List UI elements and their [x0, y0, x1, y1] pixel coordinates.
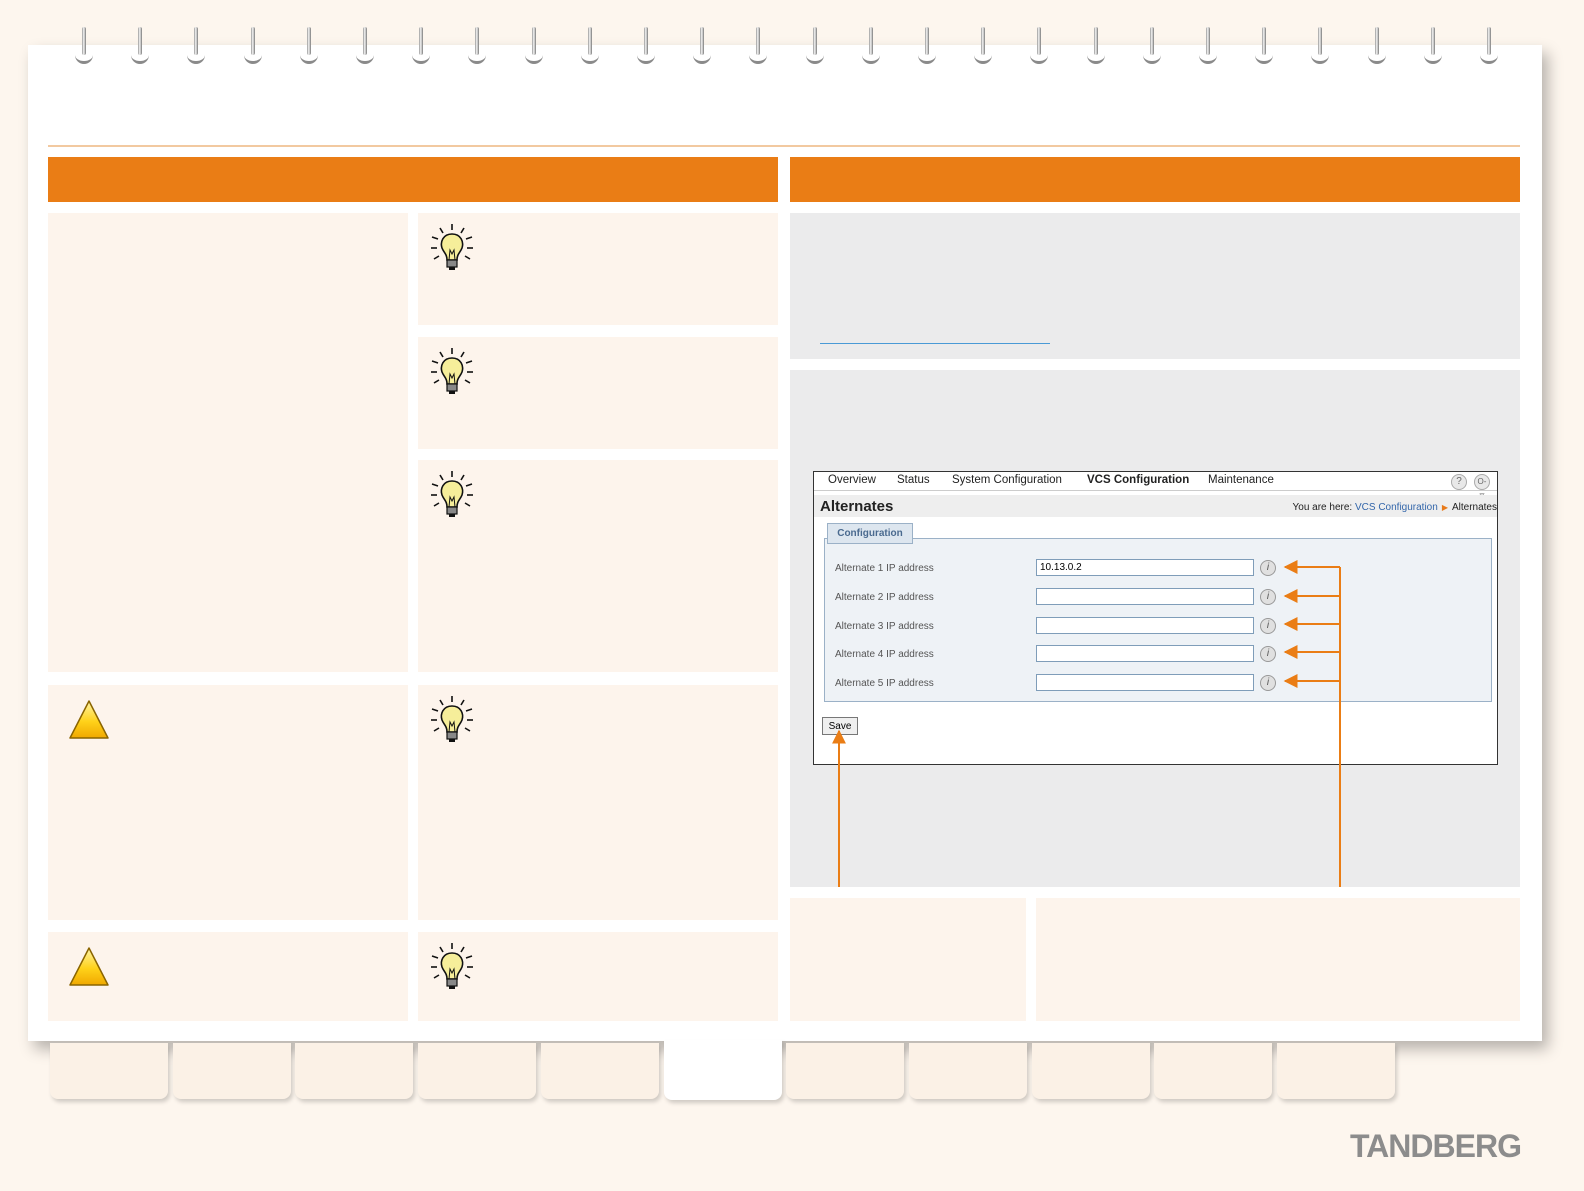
save-button[interactable]: Save	[822, 717, 858, 735]
binding-ring	[243, 27, 262, 64]
alternate-row-4: Alternate 4 IP address i	[825, 645, 1491, 665]
binding-ring	[524, 27, 543, 64]
nav-status[interactable]: Status	[897, 474, 930, 486]
section-tab[interactable]	[786, 1043, 905, 1099]
binding-ring	[187, 27, 206, 64]
alternate-5-ip-input[interactable]	[1036, 674, 1254, 691]
binding-ring	[974, 27, 993, 64]
intro-text-panel	[48, 213, 408, 672]
info-icon[interactable]: i	[1260, 560, 1276, 576]
section-tab[interactable]	[1154, 1043, 1273, 1099]
section-tab[interactable]	[172, 1043, 291, 1099]
alternate-row-5: Alternate 5 IP address i	[825, 674, 1491, 694]
help-icon[interactable]: ?	[1451, 474, 1467, 490]
breadcrumb: You are here: VCS Configuration ▶ Alternat…	[1293, 502, 1497, 513]
info-icon[interactable]: i	[1260, 646, 1276, 662]
right-intro-panel	[790, 213, 1520, 359]
info-icon[interactable]: i	[1260, 675, 1276, 691]
warning-triangle-icon	[69, 700, 109, 739]
hyperlink-underline[interactable]	[820, 343, 1050, 344]
alternate-row-2: Alternate 2 IP address i	[825, 588, 1491, 608]
section-tab[interactable]	[50, 1043, 168, 1099]
section-tab[interactable]	[418, 1043, 537, 1099]
binding-ring	[75, 27, 93, 64]
warning-panel-2	[48, 932, 408, 1021]
binding-ring	[861, 27, 880, 64]
binding-ring	[412, 27, 431, 64]
binding-ring	[356, 27, 374, 64]
alternate-3-label: Alternate 3 IP address	[835, 621, 934, 632]
binding-ring	[918, 27, 936, 64]
lightbulb-icon	[431, 696, 473, 742]
binding-ring	[693, 27, 712, 64]
tip-panel-5	[418, 932, 778, 1021]
nav-system-configuration[interactable]: System Configuration	[952, 474, 1062, 486]
section-tab[interactable]	[540, 1043, 659, 1099]
header-rule	[48, 145, 1520, 147]
binding-ring	[1255, 27, 1274, 64]
binding-ring	[1311, 27, 1330, 64]
binding-ring	[805, 27, 824, 64]
alternate-1-label: Alternate 1 IP address	[835, 563, 934, 574]
binding-ring	[1480, 27, 1498, 64]
alternate-3-ip-input[interactable]	[1036, 617, 1254, 634]
binding-ring	[749, 27, 768, 64]
callout-note-right	[1036, 898, 1520, 1021]
section-tab[interactable]	[1277, 1043, 1395, 1099]
binding-ring	[1086, 27, 1105, 64]
breadcrumb-current: Alternates	[1451, 502, 1497, 513]
left-section-header-bar	[48, 157, 778, 202]
nav-overview[interactable]: Overview	[828, 474, 876, 486]
breadcrumb-arrow-icon: ▶	[1441, 503, 1448, 512]
section-tab[interactable]	[295, 1043, 414, 1099]
alternate-1-ip-input[interactable]	[1036, 559, 1254, 576]
lightbulb-icon	[431, 224, 473, 270]
lightbulb-icon	[431, 471, 473, 517]
binding-ring	[468, 27, 487, 64]
breadcrumb-link-vcs-configuration[interactable]: VCS Configuration	[1355, 502, 1438, 513]
warning-panel-1	[48, 685, 408, 920]
tip-panel-2	[418, 337, 778, 449]
binding-ring	[637, 27, 655, 64]
alternate-row-3: Alternate 3 IP address i	[825, 617, 1491, 637]
lightbulb-icon	[431, 348, 473, 394]
configuration-section: Alternate 1 IP address i Alternate 2 IP …	[824, 538, 1492, 702]
nav-maintenance[interactable]: Maintenance	[1208, 474, 1274, 486]
binding-ring	[1142, 27, 1161, 64]
breadcrumb-prefix: You are here:	[1292, 502, 1353, 513]
info-icon[interactable]: i	[1260, 589, 1276, 605]
section-tab[interactable]	[1031, 1043, 1150, 1099]
right-section-header-bar	[790, 157, 1520, 202]
tip-panel-3	[418, 460, 778, 672]
binding-ring	[1423, 27, 1442, 64]
lightbulb-icon	[431, 943, 473, 989]
page-title: Alternates	[820, 498, 894, 515]
section-tab[interactable]	[908, 1043, 1027, 1099]
alternate-2-ip-input[interactable]	[1036, 588, 1254, 605]
tip-panel-4	[418, 685, 778, 920]
alternate-4-label: Alternate 4 IP address	[835, 649, 934, 660]
binding-ring	[1367, 27, 1386, 64]
tip-panel-1	[418, 213, 778, 325]
logout-key-icon[interactable]: O-π	[1474, 474, 1490, 500]
binding-ring	[299, 27, 318, 64]
warning-triangle-icon	[69, 947, 109, 986]
alternate-row-1: Alternate 1 IP address i	[825, 559, 1491, 579]
info-icon[interactable]: i	[1260, 618, 1276, 634]
nav-vcs-configuration[interactable]: VCS Configuration	[1087, 474, 1189, 486]
tandberg-logo: TANDBERG	[1350, 1128, 1522, 1164]
section-tab[interactable]	[663, 1040, 782, 1100]
configuration-section-tab: Configuration	[827, 523, 913, 544]
callout-note-left	[790, 898, 1026, 1021]
alternate-4-ip-input[interactable]	[1036, 645, 1254, 662]
vcs-alternates-screenshot: Overview Status System Configuration VCS…	[813, 471, 1498, 765]
binding-ring	[580, 27, 599, 64]
binding-ring	[1199, 27, 1217, 64]
top-nav: Overview Status System Configuration VCS…	[814, 472, 1497, 500]
page-title-bar: Alternates You are here: VCS Configurati…	[814, 495, 1497, 517]
alternate-2-label: Alternate 2 IP address	[835, 592, 934, 603]
binding-ring	[131, 27, 150, 64]
alternate-5-label: Alternate 5 IP address	[835, 678, 934, 689]
binding-ring	[1030, 27, 1049, 64]
